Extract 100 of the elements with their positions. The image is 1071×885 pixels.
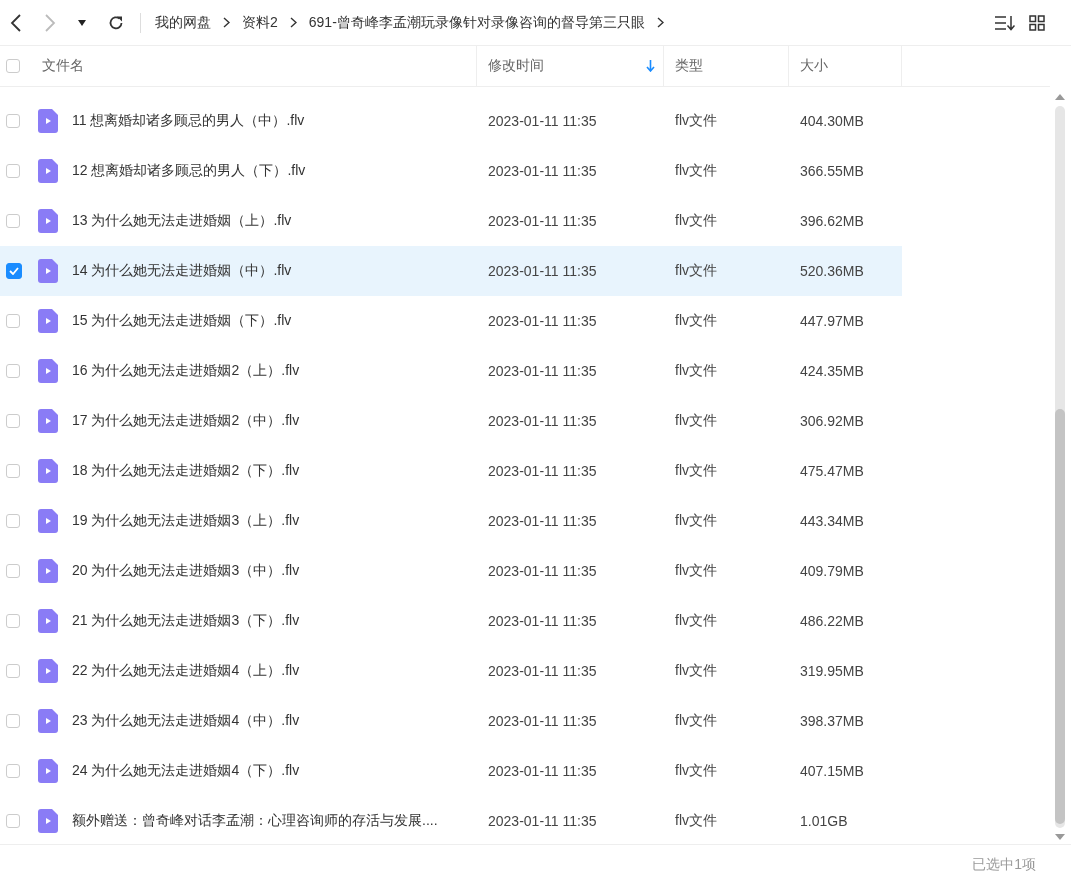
video-file-icon <box>38 609 58 633</box>
file-type: flv文件 <box>675 562 717 580</box>
row-checkbox[interactable] <box>6 364 20 378</box>
file-size: 520.36MB <box>800 263 864 279</box>
file-size: 366.55MB <box>800 163 864 179</box>
file-row[interactable]: 15 为什么她无法走进婚姻（下）.flv 2023-01-11 11:35 flv文件 447.97MB <box>0 296 902 346</box>
modified-date: 2023-01-11 11:35 <box>488 763 597 779</box>
file-name: 13 为什么她无法走进婚姻（上）.flv <box>72 212 292 230</box>
file-type: flv文件 <box>675 362 717 380</box>
file-size: 475.47MB <box>800 463 864 479</box>
header-cell[interactable]: 大小 <box>789 46 902 86</box>
modified-date: 2023-01-11 11:35 <box>488 313 597 329</box>
file-type: flv文件 <box>675 112 717 130</box>
scroll-down-arrow-icon[interactable] <box>1055 834 1065 840</box>
row-checkbox[interactable] <box>6 464 20 478</box>
refresh-icon[interactable] <box>108 14 124 31</box>
video-file-icon <box>38 409 58 433</box>
modified-date: 2023-01-11 11:35 <box>488 513 597 529</box>
file-name: 14 为什么她无法走进婚姻（中）.flv <box>72 262 292 280</box>
row-checkbox[interactable] <box>6 514 20 528</box>
file-name: 18 为什么她无法走进婚姻2（下）.flv <box>72 462 300 480</box>
file-name: 16 为什么她无法走进婚姻2（上）.flv <box>72 362 300 380</box>
grid-view-icon[interactable] <box>1029 14 1045 31</box>
checkmark-icon <box>9 267 19 275</box>
row-checkbox[interactable] <box>6 164 20 178</box>
file-type: flv文件 <box>675 662 717 680</box>
file-row[interactable]: 额外赠送：曾奇峰对话李孟潮：心理咨询师的存活与发展.... 2023-01-11 11:35 flv文件 1.01GB <box>0 796 902 846</box>
file-row[interactable]: 18 为什么她无法走进婚姻2（下）.flv 2023-01-11 11:35 flv文件 475.47MB <box>0 446 902 496</box>
file-row[interactable]: 20 为什么她无法走进婚姻3（中）.flv 2023-01-11 11:35 flv文件 409.79MB <box>0 546 902 596</box>
file-row[interactable]: 23 为什么她无法走进婚姻4（中）.flv 2023-01-11 11:35 flv文件 398.37MB <box>0 696 902 746</box>
row-checkbox[interactable] <box>6 314 20 328</box>
file-row[interactable]: 13 为什么她无法走进婚姻（上）.flv 2023-01-11 11:35 flv文件 396.62MB <box>0 196 902 246</box>
column-header[interactable]: 类型 <box>675 57 703 75</box>
file-name: 23 为什么她无法走进婚姻4（中）.flv <box>72 712 300 730</box>
file-name: 15 为什么她无法走进婚姻（下）.flv <box>72 312 292 330</box>
column-header[interactable]: 文件名 <box>42 57 84 75</box>
modified-date: 2023-01-11 11:35 <box>488 163 597 179</box>
forward-icon[interactable] <box>44 13 56 32</box>
back-icon[interactable] <box>10 13 22 32</box>
file-row[interactable]: 22 为什么她无法走进婚姻4（上）.flv 2023-01-11 11:35 flv文件 319.95MB <box>0 646 902 696</box>
column-header[interactable]: 修改时间 <box>488 57 544 75</box>
column-header[interactable]: 大小 <box>800 57 828 75</box>
breadcrumb-link[interactable]: 我的网盘 <box>155 13 211 32</box>
modified-date: 2023-01-11 11:35 <box>488 813 597 829</box>
row-checkbox[interactable] <box>6 814 20 828</box>
select-all-checkbox[interactable] <box>6 59 20 73</box>
file-row[interactable]: 12 想离婚却诸多顾忌的男人（下）.flv 2023-01-11 11:35 flv文件 366.55MB <box>0 146 902 196</box>
row-checkbox[interactable] <box>6 214 20 228</box>
header-cell[interactable]: 文件名 <box>36 46 477 86</box>
sort-down-arrow-icon[interactable] <box>646 60 655 72</box>
file-size: 424.35MB <box>800 363 864 379</box>
file-size: 443.34MB <box>800 513 864 529</box>
breadcrumb-link[interactable]: 资料2 <box>242 13 278 32</box>
file-name: 额外赠送：曾奇峰对话李孟潮：心理咨询师的存活与发展.... <box>72 812 438 830</box>
modified-date: 2023-01-11 11:35 <box>488 263 597 279</box>
row-checkbox[interactable] <box>6 263 22 279</box>
file-type: flv文件 <box>675 712 717 730</box>
modified-date: 2023-01-11 11:35 <box>488 463 597 479</box>
file-row[interactable]: 19 为什么她无法走进婚姻3（上）.flv 2023-01-11 11:35 flv文件 443.34MB <box>0 496 902 546</box>
file-row[interactable]: 16 为什么她无法走进婚姻2（上）.flv 2023-01-11 11:35 flv文件 424.35MB <box>0 346 902 396</box>
video-file-icon <box>38 259 58 283</box>
file-size: 396.62MB <box>800 213 864 229</box>
file-row[interactable]: 11 想离婚却诸多顾忌的男人（中）.flv 2023-01-11 11:35 flv文件 404.30MB <box>0 96 902 146</box>
selection-status: 已选中1项 <box>972 856 1036 874</box>
file-type: flv文件 <box>675 212 717 230</box>
row-checkbox[interactable] <box>6 564 20 578</box>
modified-date: 2023-01-11 11:35 <box>488 663 597 679</box>
video-file-icon <box>38 809 58 833</box>
header-cell[interactable]: 修改时间 <box>477 46 664 86</box>
file-type: flv文件 <box>675 512 717 530</box>
file-type: flv文件 <box>675 312 717 330</box>
file-name: 24 为什么她无法走进婚姻4（下）.flv <box>72 762 300 780</box>
file-row[interactable]: 24 为什么她无法走进婚姻4（下）.flv 2023-01-11 11:35 flv文件 407.15MB <box>0 746 902 796</box>
video-file-icon <box>38 659 58 683</box>
scroll-up-arrow-icon[interactable] <box>1055 94 1065 100</box>
row-checkbox[interactable] <box>6 714 20 728</box>
file-row[interactable]: 17 为什么她无法走进婚姻2（中）.flv 2023-01-11 11:35 flv文件 306.92MB <box>0 396 902 446</box>
file-type: flv文件 <box>675 162 717 180</box>
row-checkbox[interactable] <box>6 114 20 128</box>
modified-date: 2023-01-11 11:35 <box>488 613 597 629</box>
header-cell[interactable]: 类型 <box>664 46 789 86</box>
file-name: 12 想离婚却诸多顾忌的男人（下）.flv <box>72 162 306 180</box>
file-size: 447.97MB <box>800 313 864 329</box>
sort-list-icon[interactable] <box>995 14 1015 31</box>
video-file-icon <box>38 309 58 333</box>
dropdown-caret-icon[interactable] <box>78 19 86 26</box>
video-file-icon <box>38 109 58 133</box>
chevron-right-icon <box>289 17 297 28</box>
file-size: 404.30MB <box>800 113 864 129</box>
video-file-icon <box>38 209 58 233</box>
modified-date: 2023-01-11 11:35 <box>488 413 597 429</box>
file-row[interactable]: 21 为什么她无法走进婚姻3（下）.flv 2023-01-11 11:35 flv文件 486.22MB <box>0 596 902 646</box>
row-checkbox[interactable] <box>6 414 20 428</box>
file-name: 21 为什么她无法走进婚姻3（下）.flv <box>72 612 300 630</box>
row-checkbox[interactable] <box>6 614 20 628</box>
modified-date: 2023-01-11 11:35 <box>488 213 597 229</box>
row-checkbox[interactable] <box>6 764 20 778</box>
file-row[interactable]: 14 为什么她无法走进婚姻（中）.flv 2023-01-11 11:35 flv文件 520.36MB <box>0 246 902 296</box>
row-checkbox[interactable] <box>6 664 20 678</box>
breadcrumb-link[interactable]: 691-曾奇峰李孟潮玩录像针对录像咨询的督导第三只眼 <box>308 13 645 32</box>
